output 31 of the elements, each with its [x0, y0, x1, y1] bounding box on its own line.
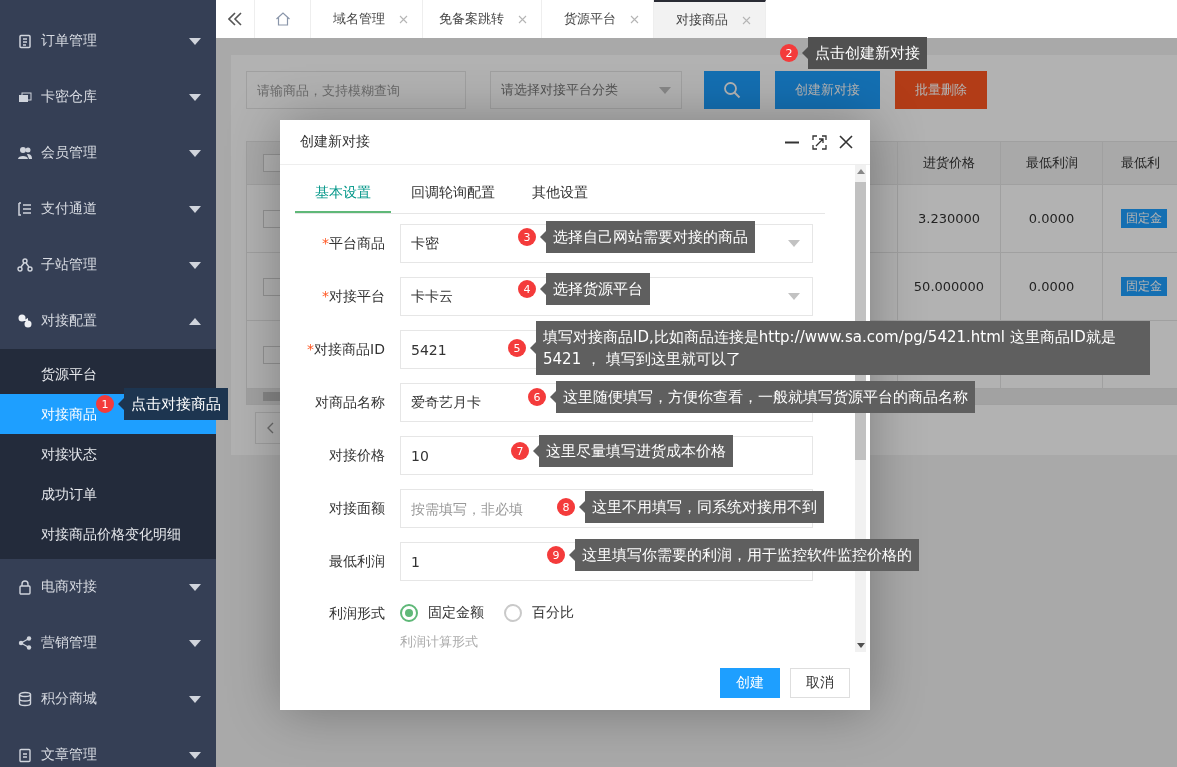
field-label: 利润形式 — [329, 605, 385, 621]
tooltip: 点击创建新对接 — [802, 37, 927, 69]
tooltip: 选择自己网站需要对接的商品 — [540, 221, 755, 253]
tooltip: 这里填写你需要的利润，用于监控软件监控价格的 — [569, 539, 919, 571]
tooltip: 填写对接商品ID,比如商品连接是http://www.sa.com/pg/5421.html 这里商品ID就是5421 ， 填写到这里就可以了 — [530, 321, 1150, 375]
table-cell: 0.0000 — [1028, 211, 1075, 226]
tooltip: 这里尽量填写进货成本价格 — [533, 435, 733, 467]
required-mark: * — [307, 340, 315, 357]
dialog-title: 创建新对接 — [300, 133, 371, 151]
field-hint: 利润计算形式 — [400, 633, 479, 651]
field-label: 对接价格 — [329, 446, 385, 463]
field-label: 对商品名称 — [315, 393, 385, 410]
field-label: 对接面额 — [329, 499, 385, 516]
tooltip: 这里不用填写，同系统对接用不到 — [579, 491, 824, 523]
profit-type-tag: 固定金 — [1121, 209, 1167, 228]
column-header: 进货价格 — [898, 142, 1001, 184]
table-cell: 0.0000 — [1028, 279, 1075, 294]
field-label: 最低利润 — [329, 552, 385, 569]
field-label: 对接商品ID — [314, 340, 385, 357]
tooltip: 点击对接商品 — [118, 388, 228, 420]
table-cell: 50.000000 — [913, 279, 985, 294]
tooltip: 选择货源平台 — [540, 273, 650, 305]
required-mark: * — [322, 287, 329, 304]
column-header: 最低利 — [1103, 142, 1177, 184]
field-label: 平台商品 — [329, 234, 385, 251]
table-cell: 3.230000 — [918, 211, 980, 226]
required-mark: * — [322, 234, 329, 251]
column-header: 最低利润 — [1001, 142, 1103, 184]
profit-type-tag: 固定金 — [1121, 277, 1167, 296]
field-label: 对接平台 — [329, 287, 385, 304]
tooltip: 这里随便填写，方便你查看，一般就填写货源平台的商品名称 — [550, 381, 975, 413]
